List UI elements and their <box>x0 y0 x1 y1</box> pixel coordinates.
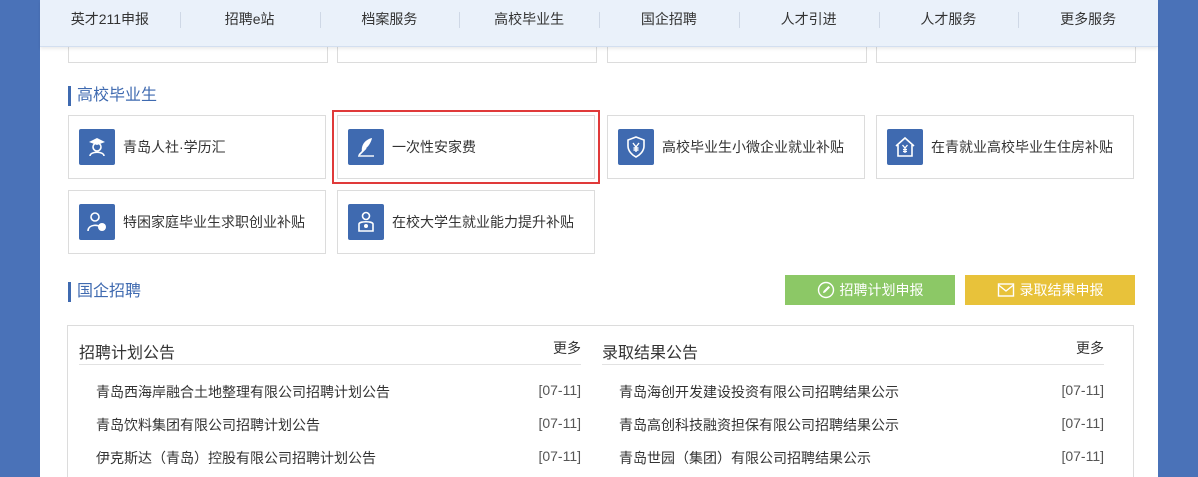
list-item[interactable]: 青岛西海岸融合土地整理有限公司招聘计划公告 [07-11] <box>79 365 581 400</box>
nav-item-recruit-station[interactable]: 招聘e站 <box>179 0 320 46</box>
notice-date: [07-11] <box>1061 382 1104 398</box>
notice-date: [07-11] <box>538 382 581 398</box>
nav-item-talent211[interactable]: 英才211申报 <box>40 0 180 46</box>
more-link[interactable]: 更多 <box>1076 338 1104 358</box>
shield-yen-icon <box>618 129 654 165</box>
graduate-icon <box>79 129 115 165</box>
person-coin-icon <box>79 204 115 240</box>
more-link[interactable]: 更多 <box>553 338 581 358</box>
nav-item-graduates[interactable]: 高校毕业生 <box>459 0 599 46</box>
notice-date: [07-11] <box>538 448 581 464</box>
notice-board: 招聘计划公告 更多 青岛西海岸融合土地整理有限公司招聘计划公告 [07-11] … <box>67 325 1134 477</box>
mail-icon <box>997 283 1014 297</box>
column-title: 招聘计划公告 <box>79 345 176 362</box>
notice-title[interactable]: 青岛世园（集团）有限公司招聘结果公示 <box>619 448 871 468</box>
list-item[interactable]: 青岛世园（集团）有限公司招聘结果公示 [07-11] <box>602 431 1104 466</box>
card-label: 高校毕业生小微企业就业补贴 <box>662 139 844 155</box>
service-card-housing-subsidy[interactable]: 在青就业高校毕业生住房补贴 <box>876 115 1134 179</box>
notice-date: [07-11] <box>1061 415 1104 431</box>
nav-item-talent-intro[interactable]: 人才引进 <box>738 0 879 46</box>
nav-item-more-services[interactable]: 更多服务 <box>1018 0 1158 46</box>
list-item[interactable]: 伊克斯达（青岛）控股有限公司招聘计划公告 [07-11] <box>79 431 581 466</box>
card-label: 在青就业高校毕业生住房补贴 <box>931 139 1113 155</box>
list-item[interactable]: 青岛高创科技融资担保有限公司招聘结果公示 [07-11] <box>602 398 1104 433</box>
card-label: 青岛人社·学历汇 <box>123 139 226 155</box>
student-badge-icon <box>348 204 384 240</box>
nav-item-archives[interactable]: 档案服务 <box>319 0 460 46</box>
column-header: 录取结果公告 更多 <box>602 326 1104 365</box>
card-label: 一次性安家费 <box>392 139 476 155</box>
result-notice-column: 录取结果公告 更多 青岛海创开发建设投资有限公司招聘结果公示 [07-11] 青… <box>602 326 1104 466</box>
recruit-plan-apply-button[interactable]: 招聘计划申报 <box>785 275 955 305</box>
service-card-education-hub[interactable]: 青岛人社·学历汇 <box>68 115 326 179</box>
admission-result-apply-button[interactable]: 录取结果申报 <box>965 275 1135 305</box>
service-card-micro-enterprise-subsidy[interactable]: 高校毕业生小微企业就业补贴 <box>607 115 865 179</box>
column-title: 录取结果公告 <box>602 345 699 362</box>
service-card-skills-subsidy[interactable]: 在校大学生就业能力提升补贴 <box>337 190 595 254</box>
list-item[interactable]: 青岛饮料集团有限公司招聘计划公告 [07-11] <box>79 398 581 433</box>
notice-title[interactable]: 伊克斯达（青岛）控股有限公司招聘计划公告 <box>96 448 376 468</box>
column-header: 招聘计划公告 更多 <box>79 326 581 365</box>
edit-icon <box>817 281 834 299</box>
button-label: 招聘计划申报 <box>839 282 924 298</box>
nav-item-soe-recruit[interactable]: 国企招聘 <box>599 0 739 46</box>
section-title-soe-recruit: 国企招聘 <box>68 282 141 302</box>
service-card-settlement-fee[interactable]: 一次性安家费 <box>332 110 600 184</box>
list-item[interactable]: 青岛海创开发建设投资有限公司招聘结果公示 [07-11] <box>602 365 1104 400</box>
section-title-graduates: 高校毕业生 <box>68 86 157 106</box>
feather-icon <box>348 129 384 165</box>
service-card-hardship-subsidy[interactable]: 特困家庭毕业生求职创业补贴 <box>68 190 326 254</box>
notice-date: [07-11] <box>1061 448 1104 464</box>
top-navigation: 英才211申报 招聘e站 档案服务 高校毕业生 国企招聘 人才引进 人才服务 更… <box>40 0 1158 47</box>
button-label: 录取结果申报 <box>1019 282 1104 298</box>
nav-item-talent-service[interactable]: 人才服务 <box>878 0 1019 46</box>
plan-notice-column: 招聘计划公告 更多 青岛西海岸融合土地整理有限公司招聘计划公告 [07-11] … <box>79 326 581 466</box>
main-panel: 英才211申报 招聘e站 档案服务 高校毕业生 国企招聘 人才引进 人才服务 更… <box>40 0 1158 477</box>
card-label: 在校大学生就业能力提升补贴 <box>392 214 574 230</box>
notice-date: [07-11] <box>538 415 581 431</box>
card-label: 特困家庭毕业生求职创业补贴 <box>123 214 305 230</box>
house-yen-icon <box>887 129 923 165</box>
